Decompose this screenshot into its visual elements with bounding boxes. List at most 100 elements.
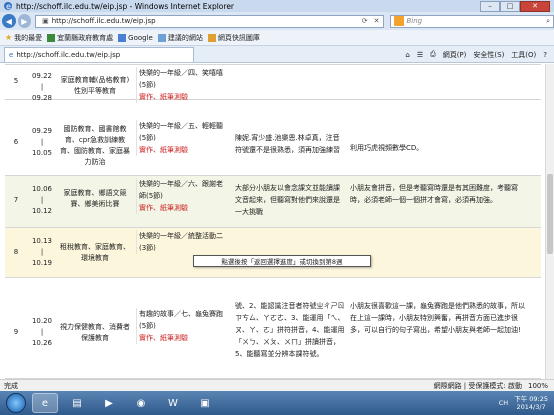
date-range: 09.29 | 10.05 xyxy=(27,126,57,159)
assessment-text: 實作、紙筆測驗 xyxy=(139,334,188,342)
vertical-scrollbar[interactable] xyxy=(545,64,554,379)
teaching-note: 陳妮.宵少盛.池樂恩.林卓真，注音符號還不是很熟悉，須再加強練習 xyxy=(235,134,340,154)
star-icon: ★ xyxy=(5,33,13,42)
app-taskbar-icon[interactable]: ▣ xyxy=(192,393,218,413)
date-to: 10.19 xyxy=(31,259,53,267)
system-tray: CH 下午 09:25 2014/3/7 xyxy=(499,395,554,411)
chrome-taskbar-icon[interactable]: ◉ xyxy=(128,393,154,413)
bing-icon xyxy=(393,16,404,26)
unit-text: 有趣的故事／七、龜兔賽跑(5節) xyxy=(139,310,223,330)
favorite-label: Google xyxy=(128,33,153,42)
ie-taskbar-icon[interactable]: e xyxy=(32,393,58,413)
scrollbar-thumb[interactable] xyxy=(547,174,553,254)
week-number: 7 xyxy=(13,196,19,204)
minimize-button[interactable]: – xyxy=(480,0,500,12)
date-from: 10.20 xyxy=(31,317,53,325)
date-separator: | xyxy=(40,138,44,146)
search-icon[interactable]: ⌕ xyxy=(546,17,550,26)
topic-cell: 租稅教育、家庭教育、環境教育 xyxy=(60,243,130,262)
print-icon[interactable]: ⎙ xyxy=(430,50,436,59)
clock-time: 下午 09:25 xyxy=(514,395,548,403)
date-separator: | xyxy=(40,196,44,204)
topic-cell: 家庭教育輔(品格教育)性別平等教育 xyxy=(60,76,130,95)
back-button[interactable]: ◀ xyxy=(2,14,16,28)
google-icon xyxy=(118,33,127,42)
page-content: 5 09.22 | 09.28 家庭教育輔(品格教育)性別平等教育 快樂的一年級… xyxy=(0,64,545,379)
date-range: 10.13 | 10.19 xyxy=(27,236,57,269)
week-number: 6 xyxy=(13,138,19,146)
favorite-link-3[interactable]: 網頁快訊圖庫 xyxy=(207,33,260,43)
window-title: http://schoff.ilc.edu.tw/eip.jsp - Windo… xyxy=(16,1,235,11)
table-row: 7 10.06 | 10.12 家庭教育、鄉語文競賽、鄉美術比賽 快樂的一年級／… xyxy=(5,176,541,228)
address-field[interactable]: ▣ http://schoff.ilc.edu.tw/eip.jsp ⟳ ✕ xyxy=(35,14,384,28)
teaching-note: 大部分小朋友以會念課文並能讀課文音起來，但聽寫對他們來說還是一大挑戰 xyxy=(235,184,340,216)
search-field[interactable]: Bing ⌕ xyxy=(389,14,554,28)
site-icon xyxy=(47,33,56,42)
tooltip: 點選後按「返回選擇進度」或切換到第8週 xyxy=(193,255,371,267)
word-taskbar-icon[interactable]: W xyxy=(160,393,186,413)
page-icon: ▣ xyxy=(42,17,49,25)
date-to: 10.12 xyxy=(31,207,53,215)
favorites-button[interactable]: ★ 我的最愛 xyxy=(5,33,42,43)
reflection-note: 小朋友會拼音，但是考聽寫時還是有其困難度，考聽寫時，必須老師一個一個拼才會寫，必… xyxy=(350,184,518,204)
unit-cell: 快樂的一年級／四、笑嘻嘻(5節) 實作、紙筆測驗 xyxy=(136,67,228,103)
date-to: 10.05 xyxy=(31,149,53,157)
taskbar: e ▤ ▶ ◉ W ▣ CH 下午 09:25 2014/3/7 xyxy=(0,391,554,415)
language-indicator[interactable]: CH xyxy=(499,399,508,407)
date-separator: | xyxy=(40,83,44,91)
ie-tab-icon: e xyxy=(9,51,14,59)
stop-icon[interactable]: ✕ xyxy=(374,17,380,25)
unit-text: 快樂的一年級／四、笑嘻嘻(5節) xyxy=(139,69,223,89)
close-button[interactable]: ✕ xyxy=(520,0,550,12)
safety-menu[interactable]: 安全性(S) xyxy=(473,50,504,60)
clock-date: 2014/3/7 xyxy=(516,403,546,411)
search-placeholder: Bing xyxy=(406,17,423,25)
window-controls: – □ ✕ xyxy=(480,0,550,12)
clock[interactable]: 下午 09:25 2014/3/7 xyxy=(514,395,548,411)
topic-cell: 視力保健教育、消費者保護教育 xyxy=(60,323,130,342)
date-separator: | xyxy=(40,328,44,336)
favorites-label: 我的最愛 xyxy=(14,33,43,42)
help-icon[interactable]: ? xyxy=(543,51,547,59)
address-bar-row: ◀ ▶ ▣ http://schoff.ilc.edu.tw/eip.jsp ⟳… xyxy=(0,12,554,30)
home-icon[interactable]: ⌂ xyxy=(405,51,409,59)
favorite-link-2[interactable]: 建議的網站 xyxy=(157,33,203,43)
date-range: 10.06 | 10.12 xyxy=(27,184,57,217)
favorite-link-0[interactable]: 宜蘭縣政府教育處 xyxy=(47,33,113,43)
webslice-icon xyxy=(207,33,216,42)
unit-cell: 快樂的一年級／六、跟謝老師(5節) 實作、紙筆測驗 xyxy=(136,178,228,214)
tools-menu[interactable]: 工具(O) xyxy=(511,50,536,60)
date-range: 10.20 | 10.26 xyxy=(27,316,57,349)
assessment-text: 實作、紙筆測驗 xyxy=(139,146,188,154)
favorite-label: 建議的網站 xyxy=(167,33,203,42)
zone-text: 網際網路 | 受保護模式: 啟動 xyxy=(433,381,522,390)
browser-tab[interactable]: e http://schoff.ilc.edu.tw/eip.jsp xyxy=(4,47,194,62)
assessment-text: 實作、紙筆測驗 xyxy=(139,93,188,101)
media-taskbar-icon[interactable]: ▶ xyxy=(96,393,122,413)
start-button[interactable] xyxy=(6,393,26,413)
svg-text:e: e xyxy=(6,2,11,11)
command-bar: ⌂ ☰ ⎙ 網頁(P) 安全性(S) 工具(O) ? xyxy=(405,47,554,62)
forward-button[interactable]: ▶ xyxy=(17,14,32,28)
table-row: 5 09.22 | 09.28 家庭教育輔(品格教育)性別平等教育 快樂的一年級… xyxy=(5,64,541,103)
address-url: http://schoff.ilc.edu.tw/eip.jsp xyxy=(51,17,156,25)
date-from: 10.13 xyxy=(31,237,53,245)
zoom-level[interactable]: 100% xyxy=(528,382,554,390)
folder-taskbar-icon[interactable]: ▤ xyxy=(64,393,90,413)
refresh-icon[interactable]: ⟳ xyxy=(362,17,368,25)
maximize-button[interactable]: □ xyxy=(500,0,520,12)
favorite-label: 網頁快訊圖庫 xyxy=(217,33,260,42)
unit-cell: 快樂的一年級／統整活動二(3節) xyxy=(136,230,228,254)
feeds-icon[interactable]: ☰ xyxy=(417,51,423,59)
week-number: 9 xyxy=(13,328,19,336)
date-separator: | xyxy=(40,248,44,256)
date-to: 09.28 xyxy=(31,94,53,102)
page-menu[interactable]: 網頁(P) xyxy=(443,50,467,60)
tab-row: e http://schoff.ilc.edu.tw/eip.jsp ⌂ ☰ ⎙… xyxy=(0,46,554,63)
window-title-bar: e http://schoff.ilc.edu.tw/eip.jsp - Win… xyxy=(0,0,554,12)
favorite-link-1[interactable]: Google xyxy=(118,33,153,42)
date-from: 09.29 xyxy=(31,127,53,135)
ie-logo-icon: e xyxy=(4,2,12,11)
reflection-note: 小朋友很喜歡這一課，龜兔賽跑是他們熟悉的故事，所以在上這一課時，小朋友特別興奮，… xyxy=(350,302,525,334)
topic-cell: 家庭教育、鄉語文競賽、鄉美術比賽 xyxy=(63,189,127,208)
